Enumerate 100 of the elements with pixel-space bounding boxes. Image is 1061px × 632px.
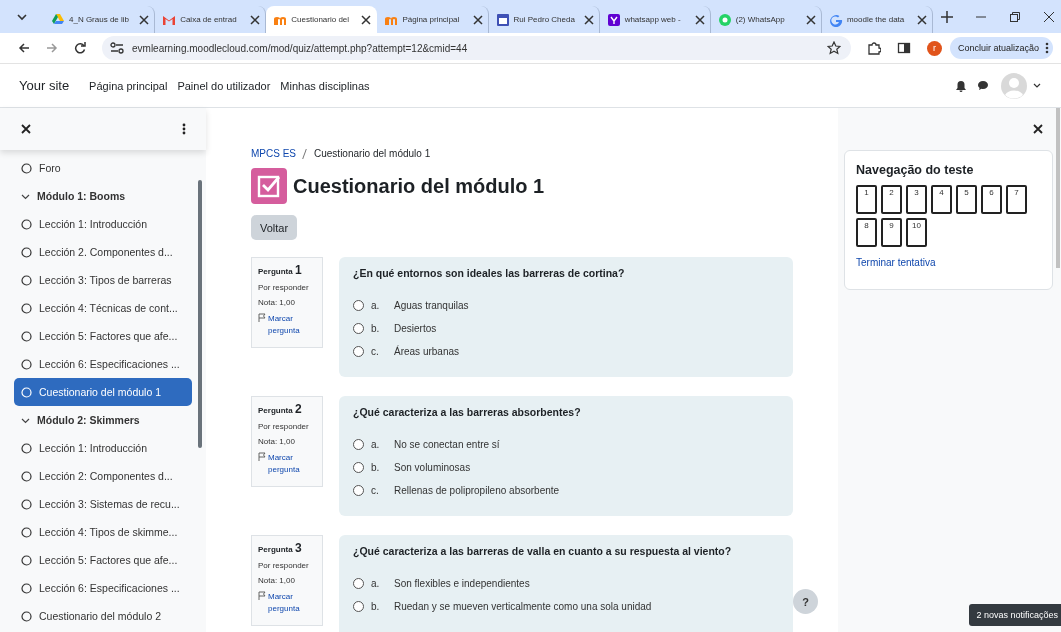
site-settings-icon[interactable] <box>110 42 124 54</box>
course-index-item[interactable]: Foro <box>14 154 192 182</box>
notification-toast: 2 novas notificações <box>969 604 1061 626</box>
course-index-item[interactable]: Lección 2: Componentes d... <box>14 462 192 490</box>
question-status: Por responder <box>258 422 310 431</box>
close-icon[interactable] <box>21 124 31 134</box>
option-letter: c. <box>371 346 380 357</box>
circle-icon <box>21 498 32 510</box>
close-icon[interactable] <box>139 14 150 25</box>
forward-icon[interactable] <box>46 42 58 54</box>
star-icon[interactable] <box>826 41 841 55</box>
nav-link[interactable]: Minhas disciplinas <box>280 79 370 92</box>
question-status: Por responder <box>258 561 310 570</box>
course-index-item[interactable]: Lección 4: Tipos de skimme... <box>14 518 192 546</box>
circle-icon <box>21 526 32 538</box>
option-label: Áreas urbanas <box>394 346 460 357</box>
close-icon[interactable] <box>694 14 705 25</box>
triangle-icon <box>51 12 65 27</box>
more-icon[interactable] <box>182 123 186 135</box>
course-index-item[interactable]: Lección 2. Componentes d... <box>14 238 192 266</box>
course-index-item[interactable]: Lección 1: Introducción <box>14 434 192 462</box>
flag-question-link[interactable]: Marcar pergunta <box>268 452 316 476</box>
circle-icon <box>21 358 32 370</box>
chat-icon[interactable] <box>977 80 989 91</box>
url-field[interactable]: evmlearning.moodlecloud.com/mod/quiz/attempt.php?attempt=12&cmid=44 <box>102 36 851 60</box>
restore-icon[interactable] <box>1009 10 1021 23</box>
course-index-item[interactable]: Lección 5: Factores que afe... <box>14 322 192 350</box>
flag-question-link[interactable]: Marcar pergunta <box>268 591 316 615</box>
question-nav-button[interactable]: 6 <box>981 185 1002 214</box>
puzzle-icon[interactable] <box>866 41 881 55</box>
chevron-down-icon[interactable] <box>1033 83 1041 88</box>
option-letter: b. <box>371 601 381 612</box>
question-nav-button[interactable]: 8 <box>856 218 877 247</box>
new-tab-icon[interactable] <box>941 10 953 23</box>
nav-link[interactable]: Painel do utilizador <box>177 79 271 92</box>
close-icon[interactable] <box>472 14 483 25</box>
breadcrumb-item: Cuestionario del módulo 1 <box>314 148 431 159</box>
close-icon[interactable] <box>805 14 816 25</box>
course-index-item[interactable]: Lección 6: Especificaciones ... <box>14 350 192 378</box>
close-icon[interactable] <box>361 14 372 25</box>
browser-tab[interactable]: Cuestionario del <box>266 6 378 33</box>
radio-button[interactable] <box>353 578 364 589</box>
radio-button[interactable] <box>353 439 364 450</box>
flag-icon[interactable] <box>258 452 266 461</box>
back-button[interactable]: Voltar <box>251 215 298 240</box>
course-index-item[interactable]: Lección 3: Tipos de barreras <box>14 266 192 294</box>
question-nav-button[interactable]: 7 <box>1006 185 1027 214</box>
radio-button[interactable] <box>353 485 364 496</box>
page-title: Cuestionario del módulo 1 <box>293 174 545 198</box>
question-nav-button[interactable]: 2 <box>881 185 902 214</box>
question-nav-button[interactable]: 5 <box>956 185 977 214</box>
question-nav-button[interactable]: 1 <box>856 185 877 214</box>
flag-icon[interactable] <box>258 313 266 322</box>
course-index-item[interactable]: Lección 6: Especificaciones ... <box>14 574 192 602</box>
bell-icon[interactable] <box>955 79 967 92</box>
reload-icon[interactable] <box>74 42 86 54</box>
circle-icon <box>21 274 32 286</box>
question-nav-button[interactable]: 10 <box>906 218 927 247</box>
question-number: Pergunta 3 <box>258 541 303 555</box>
question-nav-button[interactable]: 4 <box>931 185 952 214</box>
radio-button[interactable] <box>353 346 364 357</box>
close-icon[interactable] <box>917 14 927 25</box>
nav-link[interactable]: Página principal <box>89 79 168 92</box>
breadcrumb-link[interactable]: MPCS ES <box>251 148 296 159</box>
question-nav-button[interactable]: 3 <box>906 185 927 214</box>
close-icon[interactable] <box>1043 10 1055 23</box>
section-item[interactable]: Módulo 1: Booms <box>14 182 192 210</box>
google-icon <box>828 12 843 27</box>
course-index-item[interactable]: Lección 4: Técnicas de cont... <box>14 294 192 322</box>
flag-icon[interactable] <box>258 591 266 600</box>
circle-icon <box>21 582 32 594</box>
radio-button[interactable] <box>353 601 364 612</box>
option-label: Rellenas de polipropileno absorbente <box>394 485 560 496</box>
circle-icon <box>21 610 32 622</box>
update-button[interactable]: Concluir atualização <box>949 37 1053 59</box>
radio-button[interactable] <box>353 323 364 334</box>
close-icon[interactable] <box>250 14 261 25</box>
option-label: Son flexibles e independientes <box>394 578 530 589</box>
side-panel-icon[interactable] <box>896 41 911 55</box>
profile-avatar[interactable]: r <box>926 40 942 56</box>
course-index-item[interactable]: Lección 3: Sistemas de recu... <box>14 490 192 518</box>
flag-question-link[interactable]: Marcar pergunta <box>268 313 316 337</box>
circle-icon <box>21 442 32 454</box>
course-index-item[interactable]: Cuestionario del módulo 2 <box>14 602 192 630</box>
option-label: Ruedan y se mueven verticalmente como una sola unidad <box>394 601 652 612</box>
close-icon[interactable] <box>1033 124 1043 134</box>
question-nav-button[interactable]: 9 <box>881 218 902 247</box>
site-name-link[interactable]: Your site <box>19 78 70 93</box>
radio-button[interactable] <box>353 462 364 473</box>
close-icon[interactable] <box>583 14 594 25</box>
radio-button[interactable] <box>353 300 364 311</box>
finish-attempt-link[interactable]: Terminar tentativa <box>856 257 1041 268</box>
option-letter: c. <box>371 485 380 496</box>
course-index-item[interactable]: Lección 5: Factores que afe... <box>14 546 192 574</box>
course-index-item[interactable]: Lección 1: Introducción <box>14 210 192 238</box>
scrollbar[interactable] <box>1056 108 1060 268</box>
back-icon[interactable] <box>18 42 30 54</box>
section-item[interactable]: Módulo 2: Skimmers <box>14 406 192 434</box>
course-index-item[interactable]: Cuestionario del módulo 1 <box>14 378 192 406</box>
scrollbar[interactable] <box>198 180 202 448</box>
